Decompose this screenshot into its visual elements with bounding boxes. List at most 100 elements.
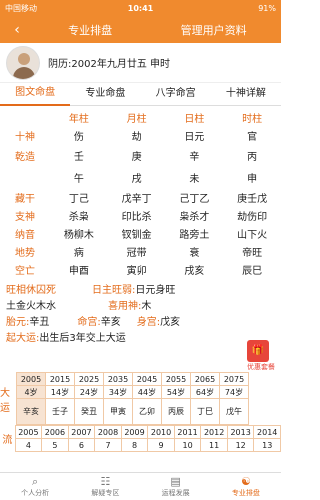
yun-cell[interactable]: 34岁 (103, 385, 133, 399)
tab-fortune[interactable]: ▤ 运程发展 (141, 473, 211, 500)
info-label: 旺相休囚死 (6, 284, 56, 296)
grid-cell: 辛 (189, 151, 200, 163)
grid-cell: 壬 (73, 151, 84, 163)
grid-cell: 劫 (131, 131, 142, 143)
yun-cell[interactable]: 2007 (67, 425, 96, 439)
carrier: 中国移动 (5, 4, 37, 13)
gift-label[interactable]: 优惠套餐 (247, 362, 275, 372)
yun-cell[interactable]: 44岁 (132, 385, 162, 399)
grid-row: 藏干 丁己 戊辛丁 己丁乙 庚壬戊 (0, 188, 281, 206)
search-icon: ⌕ (32, 475, 39, 488)
yun-cell[interactable]: 丙辰 (161, 398, 191, 425)
grid-cell: 申 (247, 173, 258, 185)
gift-icon[interactable]: 🎁 (247, 340, 269, 362)
grid-cell: 山下火 (237, 229, 268, 241)
grid-cell: 路旁土 (179, 229, 210, 241)
status-bar: 中国移动 10:41 91% (0, 0, 281, 17)
back-button[interactable]: ‹ (0, 22, 34, 38)
yinyang-icon: ☯ (240, 475, 251, 488)
yun-cell[interactable]: 2006 (41, 425, 69, 439)
yun-cell[interactable]: 7 (94, 438, 122, 452)
yun-cell[interactable]: 2012 (200, 425, 228, 439)
grid-cell: 衰 (189, 247, 200, 259)
yun-cell[interactable]: 2013 (226, 425, 255, 439)
yun-cell[interactable]: 12 (226, 438, 255, 452)
grid-cell: 寅卯 (126, 265, 147, 277)
tab-manage-user[interactable]: 管理用户资料 (146, 22, 281, 38)
yun-cell[interactable]: 辛亥 (16, 398, 46, 425)
yun-cell[interactable]: 2005 (16, 372, 46, 386)
yun-cell[interactable]: 2045 (132, 372, 162, 386)
yun-cell[interactable]: 2075 (219, 372, 249, 386)
yun-cell[interactable]: 8 (120, 438, 149, 452)
grid-cell: 钗钏金 (121, 229, 152, 241)
grid-row: 午戌未申 (0, 166, 281, 188)
yun-cell[interactable]: 2065 (190, 372, 220, 386)
yun-cell[interactable]: 6 (67, 438, 96, 452)
grid-row: 纳音 杨柳木 钗钏金 路旁土 山下火 (0, 224, 281, 242)
yun-cell[interactable]: 74岁 (219, 385, 249, 399)
chat-icon: ☷ (100, 475, 111, 488)
grid-cell: 官 (247, 131, 258, 143)
bottom-tabbar: ⌕ 个人分析 ☷ 解疑专区 ▤ 运程发展 ☯ 专业排盘 (0, 472, 281, 500)
tab-bazi[interactable]: 八字命宫 (141, 83, 211, 105)
grid-cell: 杀枭 (68, 211, 89, 223)
tab-professional-chart[interactable]: 专业排盘 (34, 22, 146, 38)
yun-cell[interactable]: 4 (14, 438, 43, 452)
row-label: 空亡 (15, 265, 35, 277)
yun-cell[interactable]: 10 (173, 438, 202, 452)
yun-cell[interactable]: 戊午 (219, 398, 249, 425)
yun-cell[interactable]: 2055 (161, 372, 191, 386)
row-label: 十神 (15, 131, 35, 143)
info-label: 身宫: (136, 316, 161, 328)
yun-cell[interactable]: 乙卯 (132, 398, 162, 425)
info-value: 土金火木水 (6, 300, 56, 312)
yun-cell[interactable]: 2005 (14, 425, 43, 439)
yun-cell[interactable]: 癸丑 (74, 398, 104, 425)
grid-cell: 劫伤印 (237, 211, 268, 223)
tab-graphic[interactable]: 图文命盘 (0, 82, 71, 106)
tab-personal[interactable]: ⌕ 个人分析 (0, 473, 70, 500)
tab-qa[interactable]: ☷ 解疑专区 (70, 473, 140, 500)
info-block: 旺相休囚死 日主旺弱: 日元身旺 土金火木水 喜用神: 木 胎元: 辛丑 命宫: 辛亥 身宫: 戊… (0, 278, 281, 346)
grid-cell: 庚壬戊 (237, 193, 268, 205)
yun-cell[interactable]: 2035 (103, 372, 133, 386)
yun-cell[interactable]: 丁巳 (190, 398, 220, 425)
grid-cell: 丙 (247, 151, 258, 163)
grid-cell: 戌亥 (184, 265, 205, 277)
grid-cell: 杨柳木 (63, 229, 94, 241)
info-value: 木 (141, 300, 152, 312)
col-month: 月柱 (126, 113, 147, 125)
tab-pro-chart[interactable]: ☯ 专业排盘 (211, 473, 281, 500)
info-value: 日元身旺 (135, 284, 176, 296)
yun-cell[interactable]: 甲寅 (103, 398, 133, 425)
yun-cell[interactable]: 54岁 (161, 385, 191, 399)
row-label: 支神 (15, 211, 35, 223)
yun-cell[interactable]: 14岁 (45, 385, 75, 399)
grid-cell: 申酉 (68, 265, 89, 277)
yun-cell[interactable]: 11 (200, 438, 228, 452)
bazi-grid: 年柱 月柱 日柱 时柱 十神 伤 劫 日元 官乾造 壬 庚 辛 丙午 戌 未 申藏干 丁己 戊辛丁 己丁乙 庚… (0, 108, 281, 278)
yun-cell[interactable]: 5 (41, 438, 69, 452)
row-label: 藏干 (15, 193, 35, 205)
yun-cell[interactable]: 2015 (45, 372, 75, 386)
top-nav: ‹ 专业排盘 管理用户资料 (0, 17, 281, 43)
yun-cell[interactable]: 壬子 (45, 398, 75, 425)
yun-cell[interactable]: 2025 (74, 372, 104, 386)
tab-shishen[interactable]: 十神详解 (211, 83, 281, 105)
info-value: 戊亥 (160, 316, 181, 328)
yun-cell[interactable]: 9 (147, 438, 175, 452)
yun-cell[interactable]: 4岁 (16, 385, 46, 399)
yun-cell[interactable]: 2010 (147, 425, 175, 439)
yun-cell[interactable]: 24岁 (74, 385, 104, 399)
yun-cell[interactable]: 2008 (94, 425, 122, 439)
battery: 91% (258, 4, 276, 13)
yun-cell[interactable]: 64岁 (190, 385, 220, 399)
grid-cell: 己丁乙 (179, 193, 210, 205)
yun-cell[interactable]: 2014 (253, 425, 281, 439)
info-label: 日主旺弱: (92, 284, 136, 296)
yun-cell[interactable]: 13 (253, 438, 281, 452)
yun-cell[interactable]: 2009 (120, 425, 149, 439)
tab-pro[interactable]: 专业命盘 (70, 83, 140, 105)
yun-cell[interactable]: 2011 (173, 425, 202, 439)
